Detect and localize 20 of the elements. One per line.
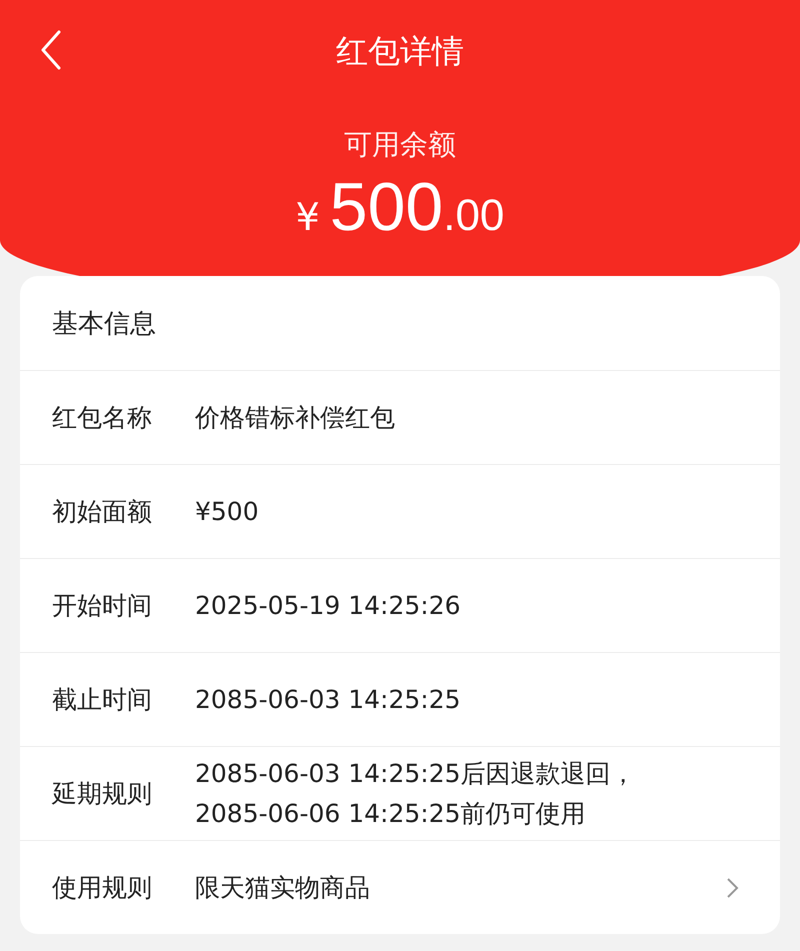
section-title: 基本信息 — [51, 308, 157, 340]
row-value: 2025-05-19 14:25:26 — [195, 590, 462, 622]
amount-decimal: .00 — [443, 191, 504, 241]
amount-integer: 500 — [330, 168, 444, 246]
chevron-right-icon[interactable] — [726, 876, 740, 898]
row-value: 价格错标补偿红包 — [195, 402, 396, 434]
row-label: 开始时间 — [52, 590, 153, 622]
row-label: 初始面额 — [52, 496, 153, 528]
row-label: 红包名称 — [52, 402, 153, 434]
row-label: 截止时间 — [52, 684, 153, 716]
balance-label: 可用余额 — [344, 127, 456, 163]
row-label: 使用规则 — [52, 872, 153, 904]
row-value: 2085-06-03 14:25:25后因退款退回， 2085-06-06 14:25:25前仍可使用 — [195, 758, 637, 830]
row-value: 2085-06-03 14:25:25 — [195, 684, 462, 716]
currency-symbol: ¥ — [296, 195, 320, 239]
row-value: ¥500 — [195, 496, 260, 528]
row-value: 限天猫实物商品 — [195, 872, 371, 904]
row-label: 延期规则 — [52, 778, 153, 810]
back-icon — [40, 30, 62, 70]
page-title: 红包详情 — [336, 31, 464, 72]
